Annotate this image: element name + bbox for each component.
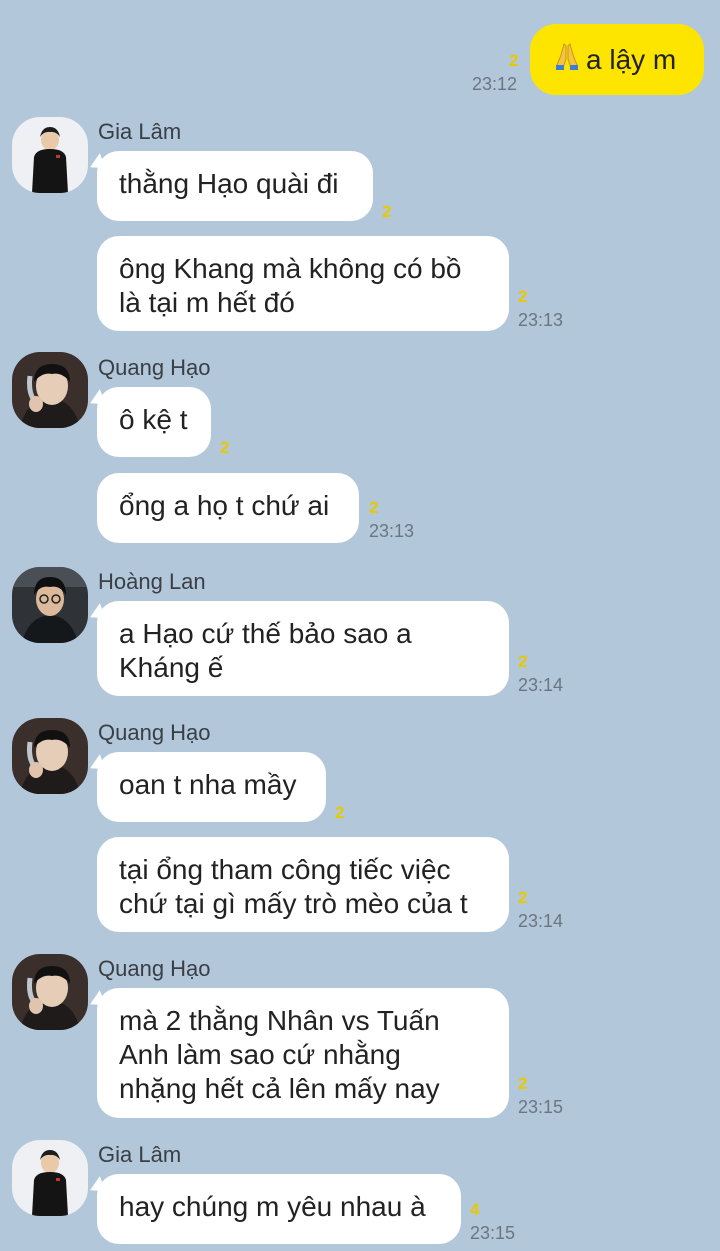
timestamp: 23:14 [518, 911, 564, 931]
sender-name: Gia Lâm [98, 1142, 182, 1167]
message-line: chứ tại gì mấy trò mèo của t [119, 888, 468, 919]
message-line: nhặng hết cả lên mấy nay [119, 1073, 440, 1104]
message-line: oan t nha mầy [119, 769, 297, 800]
unread-count: 2 [382, 202, 392, 221]
message-line: ổng a họ t chứ ai [119, 490, 330, 521]
message-line: hay chúng m yêu nhau à [119, 1191, 426, 1222]
sender-name: Quang Hạo [98, 355, 211, 380]
sender-name: Gia Lâm [98, 119, 182, 144]
unread-count: 2 [518, 652, 528, 671]
folded-hands-icon [552, 41, 582, 79]
message-bubble[interactable]: ổng a họ t chứ ai [97, 473, 359, 543]
message-bubble[interactable]: hay chúng m yêu nhau à [97, 1174, 461, 1244]
message-bubble[interactable]: a Hạo cứ thế bảo sao a Kháng ế [97, 601, 509, 696]
sender-name: Quang Hạo [98, 720, 211, 745]
message-line: thằng Hạo quài đi [119, 168, 339, 199]
message-line: tại ổng tham công tiếc việc [119, 854, 451, 885]
message-bubble[interactable]: oan t nha mầy [97, 752, 326, 822]
unread-count: 2 [518, 888, 528, 907]
message-line: là tại m hết đó [119, 287, 295, 318]
avatar-gia-lam[interactable] [12, 1140, 88, 1216]
message-line: ông Khang mà không có bồ [119, 253, 462, 284]
avatar-quang-hao[interactable] [12, 352, 88, 428]
timestamp: 23:15 [470, 1223, 516, 1243]
unread-count: 2 [220, 438, 230, 457]
message-line: Kháng ế [119, 652, 224, 683]
unread-count: 4 [470, 1200, 480, 1219]
message-line: ô kệ t [119, 404, 188, 435]
message-bubble[interactable]: ô kệ t [97, 387, 211, 457]
unread-count: 2 [509, 51, 519, 70]
timestamp: 23:14 [518, 675, 564, 695]
message-line: Anh làm sao cứ nhằng [119, 1039, 401, 1070]
timestamp: 23:15 [518, 1097, 564, 1117]
message-bubble[interactable]: mà 2 thằng Nhân vs Tuấn Anh làm sao cứ n… [97, 988, 509, 1118]
avatar-hoang-lan[interactable] [12, 567, 88, 643]
timestamp: 23:12 [472, 74, 518, 94]
timestamp: 23:13 [518, 310, 564, 330]
message-bubble[interactable]: tại ổng tham công tiếc việc chứ tại gì m… [97, 837, 509, 932]
my-message-bubble[interactable]: a lậy m [530, 24, 704, 95]
message-bubble[interactable]: thằng Hạo quài đi [97, 151, 373, 221]
message-line: mà 2 thằng Nhân vs Tuấn [119, 1005, 440, 1036]
unread-count: 2 [369, 498, 379, 517]
message-line: a Hạo cứ thế bảo sao a [119, 618, 412, 649]
avatar-quang-hao[interactable] [12, 954, 88, 1030]
avatar-gia-lam[interactable] [12, 117, 88, 193]
sender-name: Quang Hạo [98, 956, 211, 981]
message-bubble[interactable]: ông Khang mà không có bồ là tại m hết đó [97, 236, 509, 331]
message-text: a lậy m [586, 43, 677, 75]
avatar-quang-hao[interactable] [12, 718, 88, 794]
timestamp: 23:13 [369, 521, 415, 541]
unread-count: 2 [335, 803, 345, 822]
unread-count: 2 [518, 1074, 528, 1093]
sender-name: Hoàng Lan [98, 569, 206, 594]
unread-count: 2 [518, 287, 528, 306]
